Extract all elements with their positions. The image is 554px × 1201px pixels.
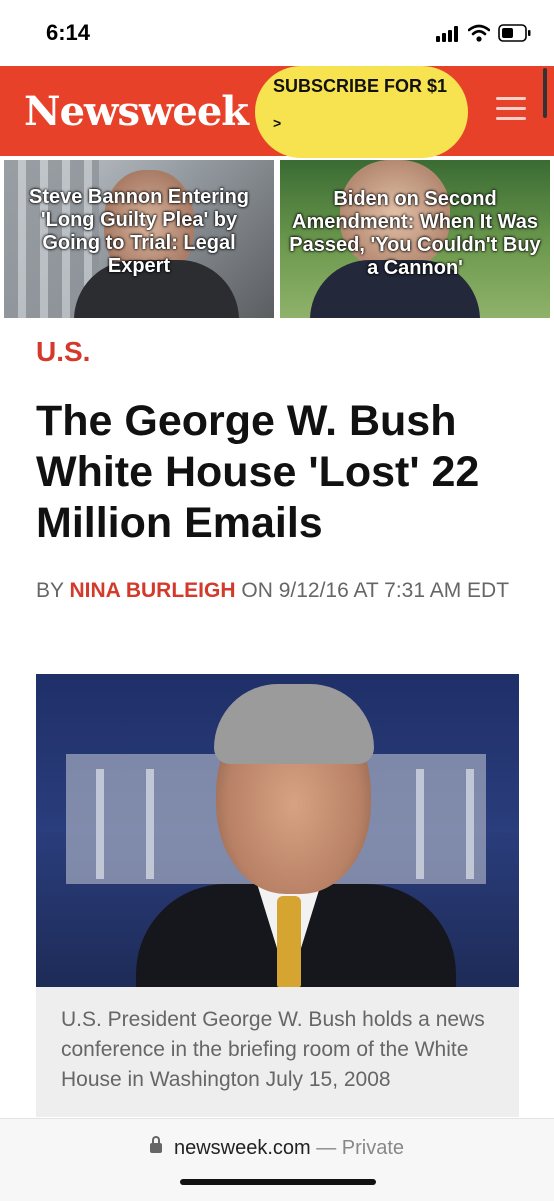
subscribe-label: SUBSCRIBE FOR $1 bbox=[273, 76, 448, 96]
cellular-signal-icon bbox=[436, 26, 460, 42]
image-caption-box: U.S. President George W. Bush holds a ne… bbox=[36, 987, 519, 1117]
promo-card-biden[interactable]: Biden on Second Amendment: When It Was P… bbox=[280, 160, 550, 318]
hero-column bbox=[416, 769, 424, 879]
byline: BY NINA BURLEIGH ON 9/12/16 AT 7:31 AM E… bbox=[36, 576, 526, 606]
browser-url-bar[interactable]: newsweek.com — Private bbox=[0, 1118, 554, 1201]
lock-icon bbox=[149, 1136, 162, 1153]
private-mode-label: — Private bbox=[310, 1137, 405, 1159]
article-hero-image bbox=[36, 674, 519, 987]
subscribe-arrow: > bbox=[273, 115, 282, 131]
image-caption: U.S. President George W. Bush holds a ne… bbox=[61, 1008, 485, 1091]
byline-date: ON 9/12/16 AT 7:31 AM EDT bbox=[235, 579, 510, 602]
battery-icon bbox=[498, 24, 531, 42]
hero-column bbox=[96, 769, 104, 879]
promo-title: Steve Bannon Entering 'Long Guilty Plea'… bbox=[28, 186, 250, 277]
article-headline: The George W. Bush White House 'Lost' 22… bbox=[36, 397, 480, 547]
site-header: Newsweek SUBSCRIBE FOR $1 > bbox=[0, 66, 554, 158]
author-link[interactable]: NINA BURLEIGH bbox=[69, 579, 235, 602]
status-time: 6:14 bbox=[46, 20, 91, 45]
hero-column bbox=[146, 769, 154, 879]
promo-title: Biden on Second Amendment: When It Was P… bbox=[289, 188, 541, 279]
wifi-icon bbox=[468, 24, 490, 42]
url-display[interactable]: newsweek.com — Private bbox=[0, 1136, 554, 1160]
hero-tie bbox=[277, 896, 301, 987]
home-indicator[interactable] bbox=[180, 1179, 376, 1185]
section-label[interactable]: U.S. bbox=[36, 336, 90, 368]
promo-card-bannon[interactable]: Steve Bannon Entering 'Long Guilty Plea'… bbox=[4, 160, 274, 318]
status-bar: 6:14 bbox=[0, 0, 554, 66]
byline-prefix: BY bbox=[36, 579, 70, 602]
hero-column bbox=[466, 769, 474, 879]
hero-hair bbox=[214, 684, 374, 764]
scrollbar[interactable] bbox=[543, 68, 547, 118]
url-domain: newsweek.com bbox=[173, 1137, 311, 1159]
subscribe-button[interactable]: SUBSCRIBE FOR $1 > bbox=[255, 66, 468, 158]
hamburger-menu-icon[interactable] bbox=[496, 97, 526, 121]
newsweek-logo[interactable]: Newsweek bbox=[24, 88, 249, 135]
